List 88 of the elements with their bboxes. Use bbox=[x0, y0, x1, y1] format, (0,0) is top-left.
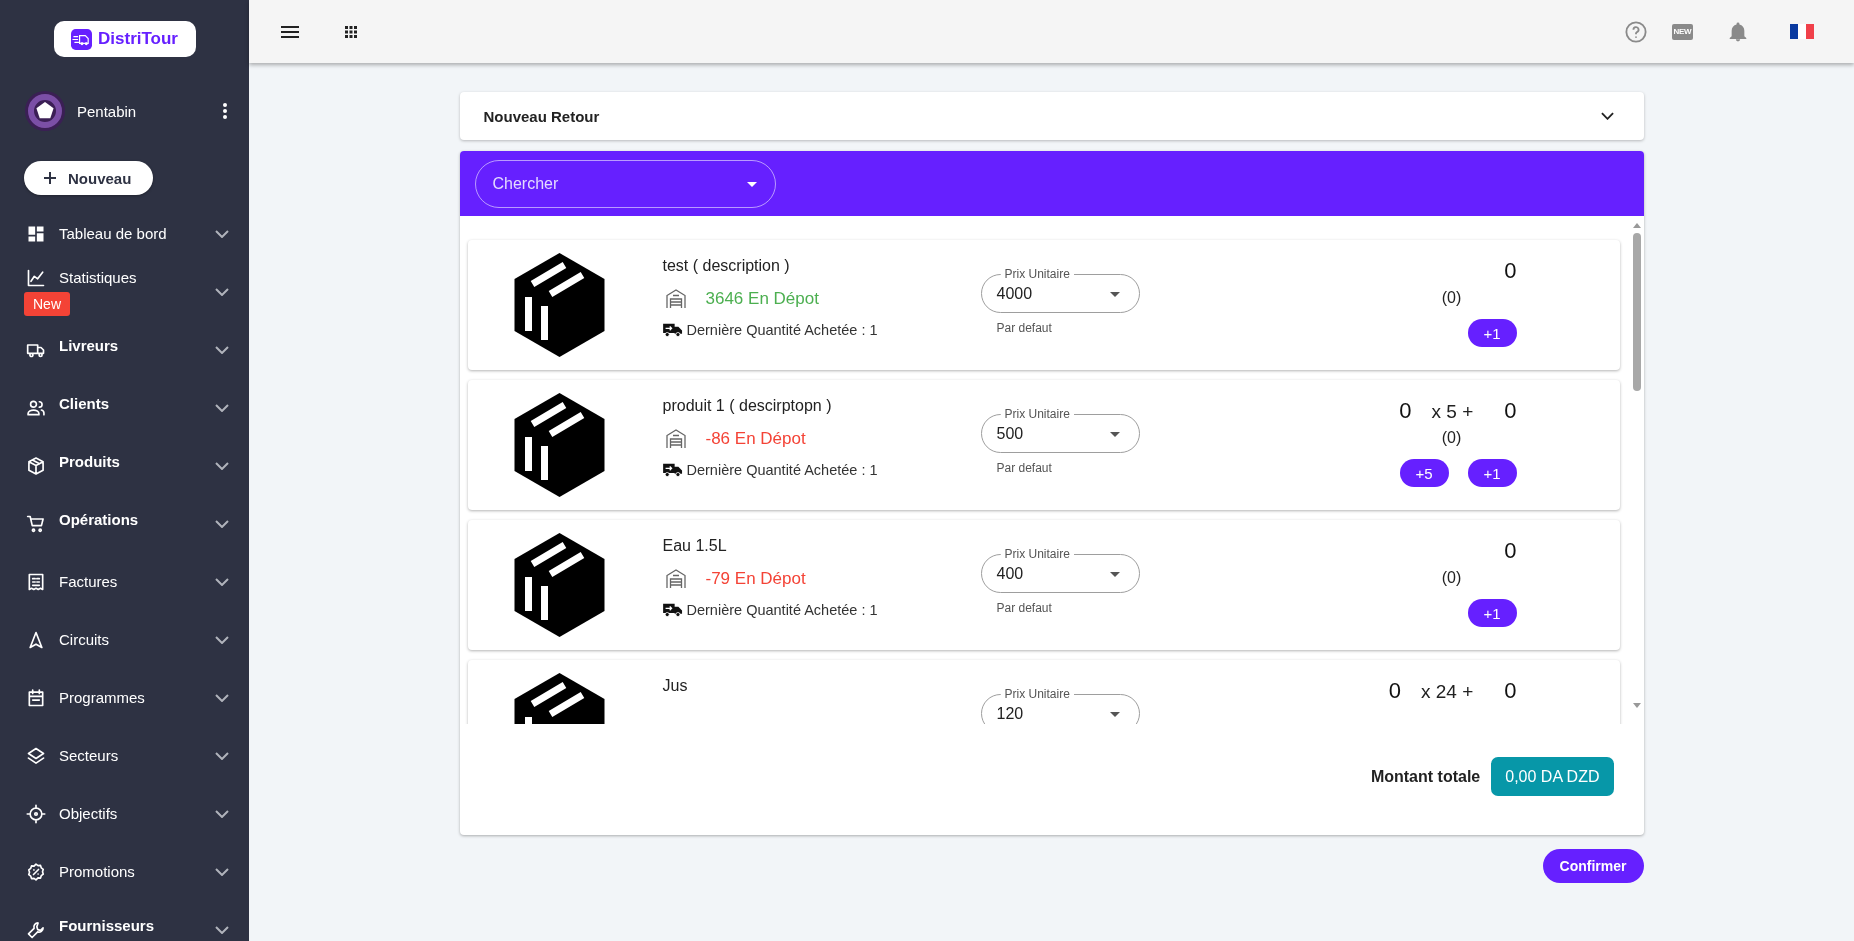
quantity-value: 0 bbox=[1504, 678, 1517, 704]
helper-text: Par defaut bbox=[996, 601, 1053, 615]
sidebar-item[interactable]: Objectifs bbox=[0, 785, 249, 843]
more-vertical-icon bbox=[223, 103, 227, 119]
product-name: test ( description ) bbox=[662, 256, 791, 276]
sidebar-item[interactable]: Tableau de bord bbox=[0, 205, 249, 263]
product-name: produit 1 ( descirptopn ) bbox=[662, 396, 833, 416]
increment-button[interactable]: +1 bbox=[1467, 599, 1517, 627]
wrench-icon bbox=[26, 920, 46, 940]
helper-text: Par defaut bbox=[996, 461, 1053, 475]
receipt-icon bbox=[26, 572, 46, 592]
increment-button[interactable]: +5 bbox=[1399, 459, 1449, 487]
line-chart-icon bbox=[26, 268, 46, 288]
caret-down-icon bbox=[746, 181, 757, 187]
crosshair-icon bbox=[26, 804, 46, 824]
stock-text: -79 En Dépot bbox=[705, 569, 806, 589]
product-name: Eau 1.5L bbox=[662, 536, 728, 556]
quantity-value: 0 bbox=[1504, 538, 1517, 564]
last-purchase-text: Dernière Quantité Achetée : 1 bbox=[686, 462, 878, 478]
caret-down-icon bbox=[1109, 571, 1120, 577]
bell-icon bbox=[1729, 21, 1747, 42]
confirm-button[interactable]: Confirmer bbox=[1542, 849, 1644, 883]
count-text: (0) bbox=[1440, 428, 1463, 448]
quantity-value: 0 bbox=[1504, 258, 1517, 284]
logo-text: DistriTour bbox=[98, 29, 178, 49]
sidebar-item[interactable]: Produits bbox=[0, 437, 249, 495]
last-purchase-text: Dernière Quantité Achetée : 1 bbox=[686, 322, 878, 338]
stock-text: 3646 En Dépot bbox=[705, 289, 819, 309]
sidebar-item[interactable]: Factures bbox=[0, 553, 249, 611]
caret-down-icon bbox=[1109, 711, 1120, 717]
caret-down-icon bbox=[1109, 431, 1120, 437]
new-badge: New bbox=[24, 292, 70, 316]
scrollbar-thumb[interactable] bbox=[1632, 233, 1641, 391]
grid-icon bbox=[345, 25, 357, 38]
product-name: Jus bbox=[662, 676, 689, 696]
help-icon bbox=[1625, 20, 1647, 43]
helper-text: Par defaut bbox=[996, 321, 1053, 335]
sidebar-item[interactable]: Promotions bbox=[0, 843, 249, 901]
sidebar-item[interactable]: Programmes bbox=[0, 669, 249, 727]
search-field[interactable]: Chercher bbox=[474, 160, 776, 208]
layers-icon bbox=[26, 746, 46, 766]
delivery-truck-icon bbox=[662, 323, 683, 337]
dashboard-icon bbox=[26, 224, 46, 244]
pentagon-avatar-icon bbox=[25, 91, 65, 131]
stock-text: -86 En Dépot bbox=[705, 429, 806, 449]
multiplier-text: x 24 + bbox=[1420, 680, 1474, 704]
increment-button[interactable]: +1 bbox=[1467, 459, 1517, 487]
menu-icon bbox=[281, 25, 299, 38]
plus-icon bbox=[44, 172, 56, 184]
user-name: Pentabin bbox=[77, 102, 138, 120]
delivery-truck-icon bbox=[662, 603, 683, 617]
sidebar-item[interactable]: Clients bbox=[0, 379, 249, 437]
multiplier-text: x 5 + bbox=[1431, 400, 1474, 424]
count-text: (0) bbox=[1440, 568, 1463, 588]
accordion-header[interactable]: Nouveau Retour bbox=[459, 92, 1644, 140]
package-icon bbox=[514, 533, 605, 637]
sidebar-item[interactable]: Opérations bbox=[0, 495, 249, 553]
flag-icon bbox=[1790, 24, 1814, 39]
last-purchase-text: Dernière Quantité Achetée : 1 bbox=[686, 602, 878, 618]
quantity-value: 0 bbox=[1504, 398, 1517, 424]
sidebar-item[interactable]: Statistiques New bbox=[0, 263, 249, 321]
create-button[interactable]: Nouveau bbox=[24, 161, 154, 195]
sidebar-item[interactable]: Circuits bbox=[0, 611, 249, 669]
calendar-icon bbox=[26, 688, 46, 708]
sidebar-item[interactable]: Secteurs bbox=[0, 727, 249, 785]
quantity-value: 0 bbox=[1399, 398, 1412, 424]
delivery-truck-icon bbox=[662, 463, 683, 477]
package-icon bbox=[514, 393, 605, 497]
warehouse-icon bbox=[665, 569, 686, 589]
total-label: Montant totale bbox=[1370, 767, 1481, 787]
count-text: (0) bbox=[1440, 288, 1463, 308]
truck-logo-icon bbox=[71, 28, 92, 50]
cart-icon bbox=[26, 514, 46, 534]
total-amount-badge: 0,00 DA DZD bbox=[1491, 757, 1614, 796]
package-icon bbox=[514, 253, 605, 357]
discount-badge-icon bbox=[26, 862, 46, 882]
sidebar-item[interactable]: Livreurs bbox=[0, 321, 249, 379]
navigation-arrow-icon bbox=[26, 630, 46, 650]
increment-button[interactable]: +1 bbox=[1467, 319, 1517, 347]
scroll-down-icon[interactable] bbox=[1632, 703, 1641, 708]
cube-icon bbox=[26, 456, 46, 476]
warehouse-icon bbox=[665, 289, 686, 309]
caret-down-icon bbox=[1109, 291, 1120, 297]
warehouse-icon bbox=[665, 429, 686, 449]
sidebar-item[interactable]: Fournisseurs bbox=[0, 901, 249, 941]
scroll-up-icon[interactable] bbox=[1632, 223, 1641, 228]
quantity-value: 0 bbox=[1388, 678, 1401, 704]
people-icon bbox=[26, 398, 46, 418]
